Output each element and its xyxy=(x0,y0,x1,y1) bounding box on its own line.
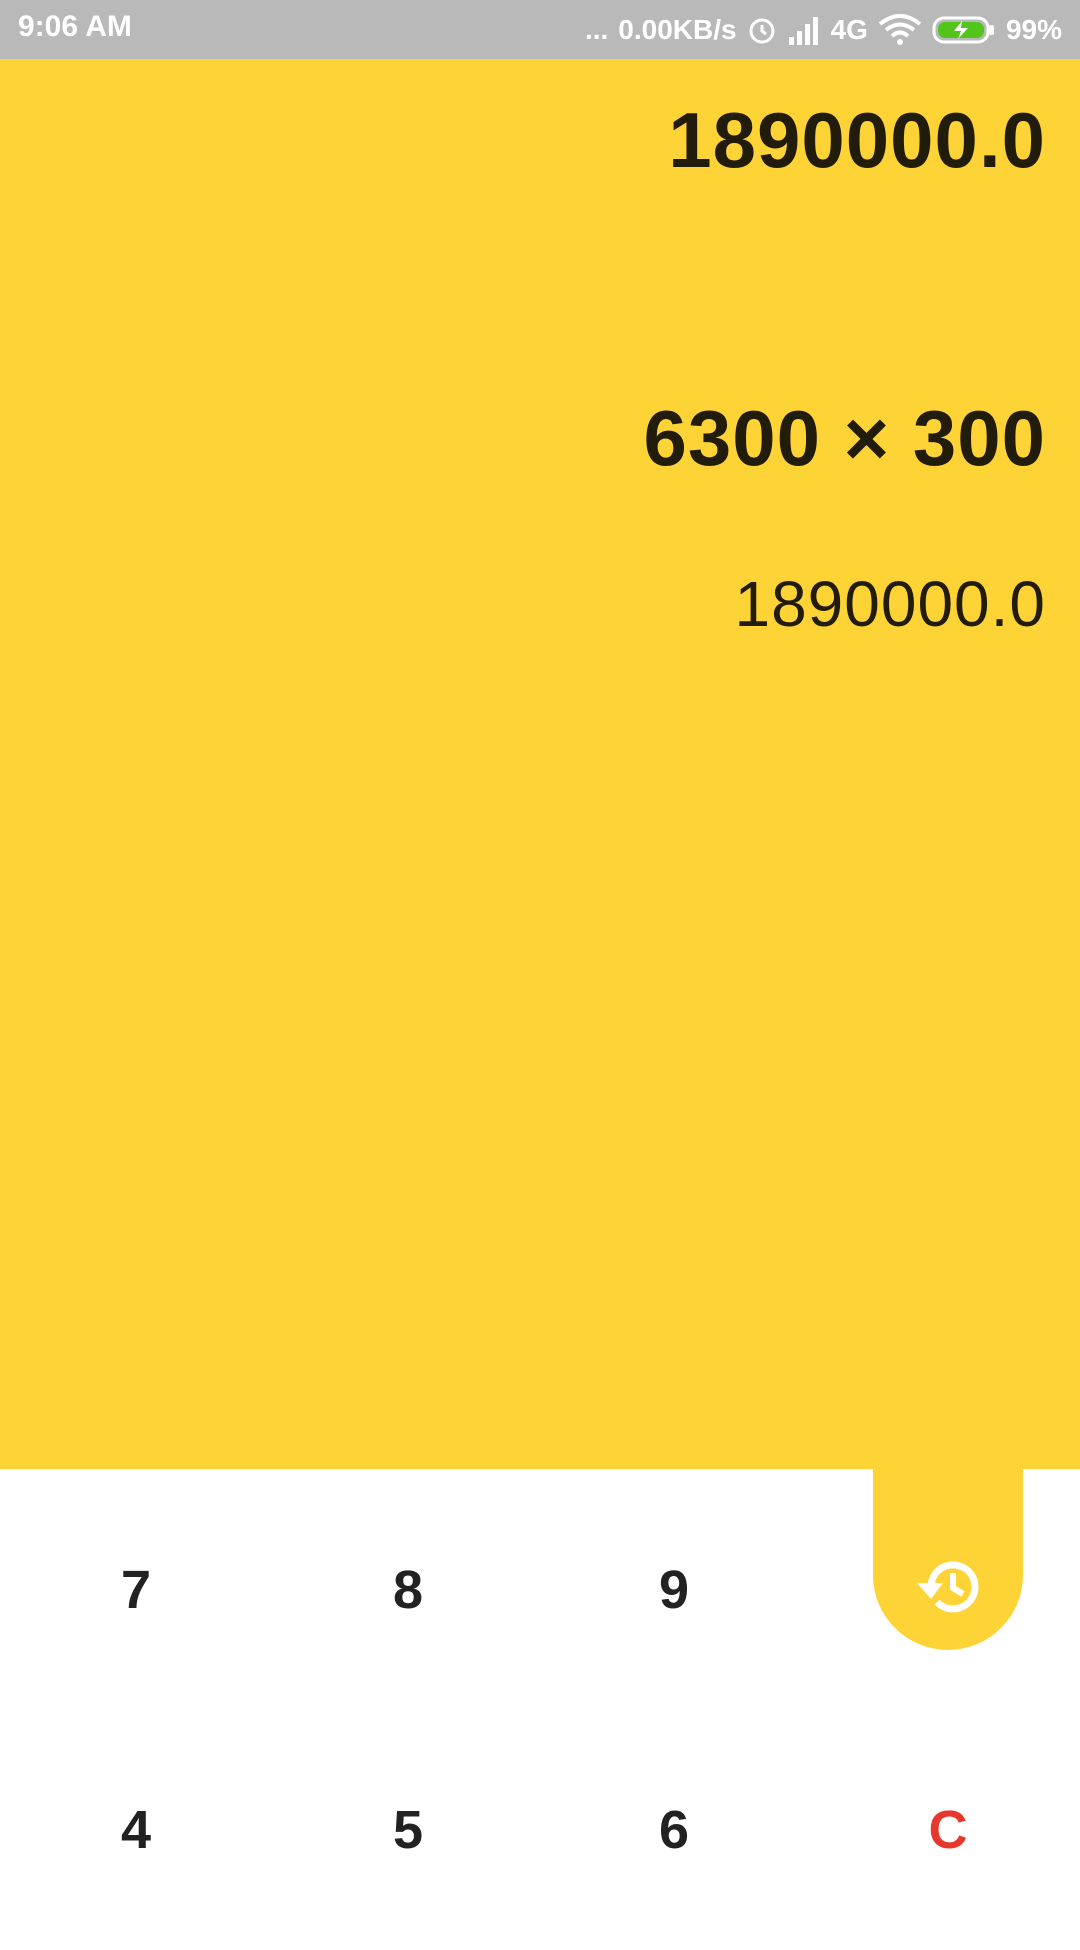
current-value: 1890000.0 xyxy=(668,96,1046,184)
battery-icon xyxy=(932,15,996,45)
key-7[interactable]: 7 xyxy=(0,1470,272,1710)
key-4[interactable]: 4 xyxy=(0,1710,272,1950)
history-button[interactable] xyxy=(873,1410,1023,1650)
history-expression[interactable]: 6300 × 300 xyxy=(643,393,1046,484)
history-result[interactable]: 1890000.0 xyxy=(734,567,1046,641)
network-type: 4G xyxy=(830,14,868,45)
status-bar: 9:06 AM ... 0.00KB/s 4G 99% xyxy=(0,0,1080,59)
key-9[interactable]: 9 xyxy=(538,1470,810,1710)
clear-button[interactable]: C xyxy=(812,1710,1080,1950)
alarm-icon xyxy=(747,15,777,45)
key-6[interactable]: 6 xyxy=(538,1710,810,1950)
network-speed: 0.00KB/s xyxy=(618,14,737,45)
display-area xyxy=(0,59,1080,1469)
status-time: 9:06 AM xyxy=(18,10,132,43)
more-dots-icon: ... xyxy=(584,14,609,45)
status-icons: ... 0.00KB/s 4G 99% xyxy=(585,10,1062,50)
battery-percent: 99% xyxy=(1005,14,1062,45)
wifi-icon xyxy=(878,14,922,46)
key-5[interactable]: 5 xyxy=(272,1710,544,1950)
history-icon xyxy=(915,1557,981,1622)
key-8[interactable]: 8 xyxy=(272,1470,544,1710)
signal-icon xyxy=(787,15,821,45)
